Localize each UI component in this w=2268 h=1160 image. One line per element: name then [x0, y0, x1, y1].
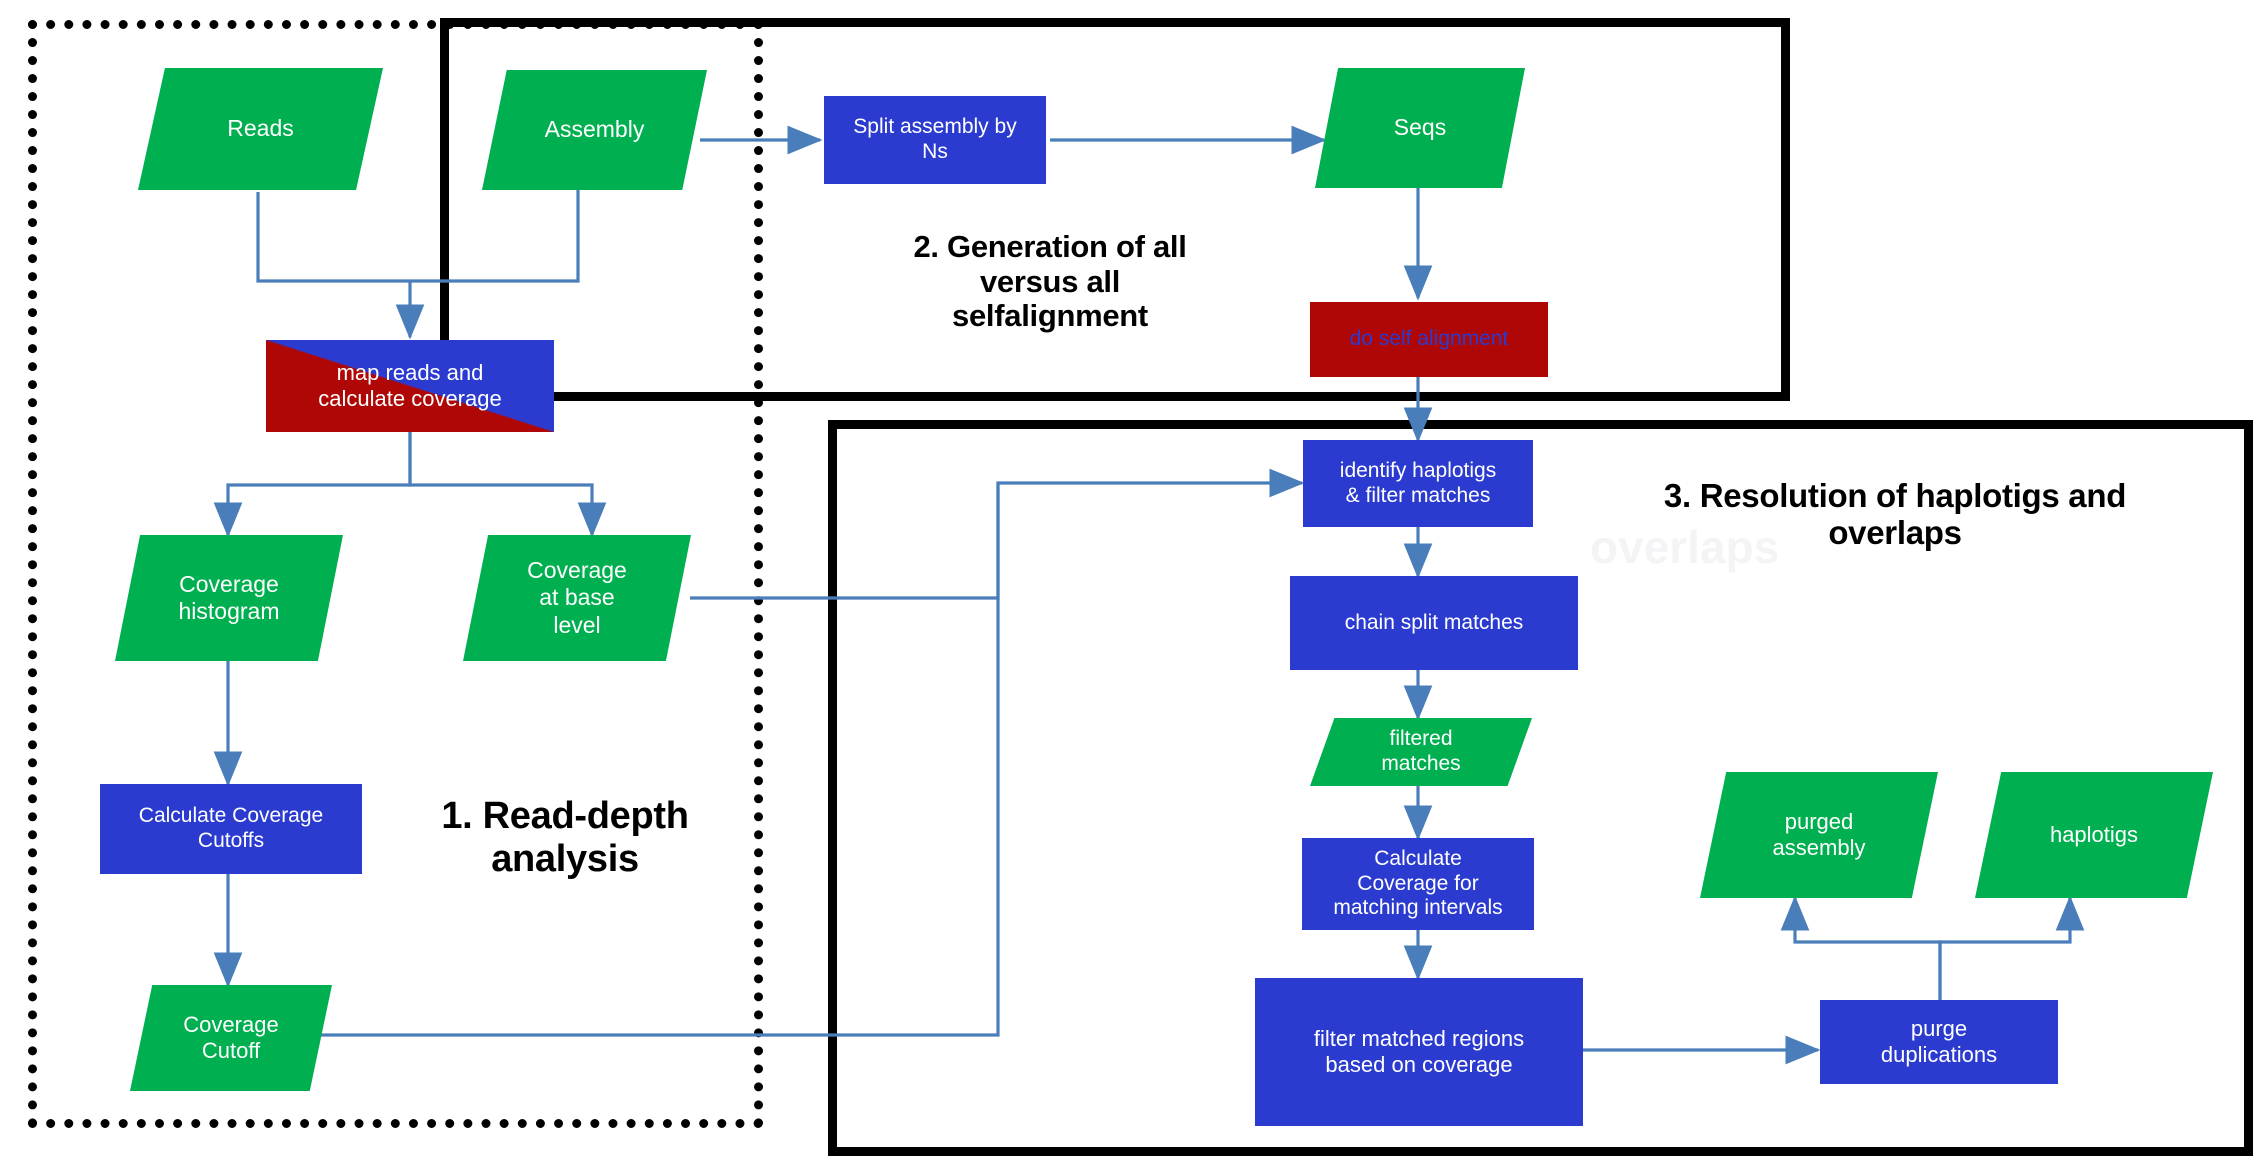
edge-map-to-histogram [213, 432, 412, 538]
edge-reads-to-map [256, 192, 410, 283]
node-chain-split-matches-label: chain split matches [1344, 610, 1524, 634]
node-assembly[interactable]: Assembly [482, 70, 707, 190]
edge-purge-to-purged-assembly [1780, 895, 1942, 1000]
node-map-reads-and-calculate-coverage[interactable]: map reads and calculate coverage [266, 340, 554, 432]
flowchart-canvas: overlaps Reads Assembly Split assembly b… [0, 0, 2268, 1160]
node-chain-split-matches[interactable]: chain split matches [1290, 576, 1578, 670]
node-calculate-coverage-for-matching-intervals[interactable]: Calculate Coverage for matching interval… [1302, 838, 1534, 930]
node-do-self-alignment[interactable]: do self alignment [1310, 302, 1548, 377]
node-filter-matched-regions-label: filter matched regions based on coverage [1313, 1026, 1525, 1077]
node-filtered-matches-label: filtered matches [1381, 727, 1461, 775]
node-do-self-alignment-label: do self alignment [1349, 327, 1509, 351]
node-assembly-label: Assembly [544, 116, 645, 143]
node-split-assembly-by-ns[interactable]: Split assembly by Ns [824, 96, 1046, 184]
edge-map-to-baselevel [408, 432, 607, 538]
node-identify-haplotigs[interactable]: identify haplotigs & filter matches [1303, 440, 1533, 527]
node-identify-haplotigs-label: identify haplotigs & filter matches [1339, 458, 1497, 507]
section-1-title: 1. Read-depth analysis [441, 795, 689, 880]
node-filter-matched-regions[interactable]: filter matched regions based on coverage [1255, 978, 1583, 1126]
node-haplotigs[interactable]: haplotigs [1975, 772, 2213, 898]
edge-purge-to-haplotigs [1938, 895, 2085, 1000]
node-reads[interactable]: Reads [138, 68, 383, 190]
node-calculate-coverage-cutoffs-label: Calculate Coverage Cutoffs [138, 804, 324, 852]
node-map-reads-label: map reads and calculate coverage [318, 360, 502, 411]
node-coverage-cutoff[interactable]: Coverage Cutoff [130, 985, 332, 1091]
node-purge-duplications[interactable]: purge duplications [1820, 1000, 2058, 1084]
node-calculate-coverage-cutoffs[interactable]: Calculate Coverage Cutoffs [100, 784, 362, 874]
node-coverage-at-base-level-label: Coverage at base level [527, 557, 627, 638]
section-3-title: 3. Resolution of haplotigs and overlaps [1663, 477, 2127, 551]
node-seqs-label: Seqs [1393, 114, 1447, 141]
node-filtered-matches[interactable]: filtered matches [1310, 718, 1532, 786]
node-purged-assembly-label: purged assembly [1772, 809, 1866, 860]
node-reads-label: Reads [227, 115, 294, 142]
node-coverage-histogram-label: Coverage histogram [178, 570, 280, 624]
node-split-assembly-label: Split assembly by Ns [853, 115, 1017, 163]
node-seqs[interactable]: Seqs [1315, 68, 1525, 188]
node-purge-duplications-label: purge duplications [1880, 1016, 1998, 1067]
node-coverage-at-base-level[interactable]: Coverage at base level [463, 535, 691, 661]
node-haplotigs-label: haplotigs [2049, 822, 2139, 848]
edge-assembly-to-map [410, 190, 580, 283]
node-purged-assembly[interactable]: purged assembly [1700, 772, 1938, 898]
node-coverage-cutoff-label: Coverage Cutoff [183, 1012, 279, 1063]
node-calculate-coverage-intervals-label: Calculate Coverage for matching interval… [1333, 846, 1503, 920]
section-2-title: 2. Generation of all versus all selfalig… [913, 229, 1187, 334]
edge-baselevel-to-identify [690, 468, 1305, 600]
node-coverage-histogram[interactable]: Coverage histogram [115, 535, 343, 661]
